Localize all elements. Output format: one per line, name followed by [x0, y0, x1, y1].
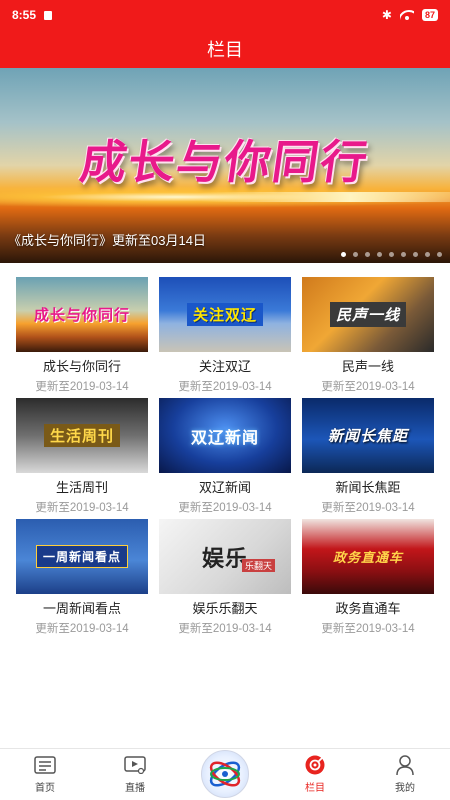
- program-update-date: 更新至2019-03-14: [35, 502, 129, 514]
- program-update-date: 更新至2019-03-14: [35, 381, 129, 393]
- bottom-tab-bar: 首页 直播 栏目 我的: [0, 748, 450, 800]
- thumbnail-text: 新闻长焦距: [327, 427, 408, 445]
- thumbnail-text: 关注双辽: [186, 303, 263, 326]
- thumbnail-subtext: 乐翻天: [241, 559, 275, 572]
- program-update-date: 更新至2019-03-14: [321, 381, 415, 393]
- app-header: 8:55 ✱ 87 栏目: [0, 0, 450, 68]
- program-name: 娱乐乐翻天: [192, 601, 258, 616]
- tab-columns[interactable]: 栏目: [270, 749, 360, 800]
- program-card[interactable]: 娱乐 乐翻天 娱乐乐翻天 更新至2019-03-14: [159, 519, 291, 640]
- program-thumbnail[interactable]: 娱乐 乐翻天: [159, 519, 291, 594]
- program-thumbnail[interactable]: 民声一线: [302, 277, 434, 352]
- program-update-date: 更新至2019-03-14: [178, 623, 272, 635]
- thumbnail-text: 双辽新闻: [190, 427, 259, 447]
- banner-carousel[interactable]: 成长与你同行 《成长与你同行》更新至03月14日: [0, 68, 450, 263]
- carousel-dot[interactable]: [377, 252, 382, 257]
- banner-light-streak: [200, 192, 450, 202]
- program-name: 一周新闻看点: [42, 601, 121, 616]
- wifi-icon: [399, 10, 414, 20]
- program-grid: 成长与你同行 成长与你同行 更新至2019-03-14 关注双辽 关注双辽 更新…: [0, 263, 450, 748]
- carousel-dot[interactable]: [341, 252, 346, 257]
- tab-label: 直播: [125, 783, 145, 794]
- tab-home[interactable]: 首页: [0, 749, 90, 800]
- user-icon: [393, 754, 417, 776]
- live-video-icon: [123, 754, 147, 776]
- program-update-date: 更新至2019-03-14: [178, 502, 272, 514]
- tab-station-logo[interactable]: [180, 749, 270, 800]
- tab-live[interactable]: 直播: [90, 749, 180, 800]
- program-update-date: 更新至2019-03-14: [178, 381, 272, 393]
- carousel-dot[interactable]: [401, 252, 406, 257]
- program-name: 关注双辽: [198, 359, 251, 374]
- thumbnail-text: 政务直通车: [332, 551, 403, 566]
- battery-icon: 87: [421, 9, 438, 21]
- thumbnail-text: 一周新闻看点: [35, 545, 128, 568]
- status-bar: 8:55 ✱ 87: [0, 0, 450, 30]
- banner-graphic-title: 成长与你同行: [76, 135, 373, 189]
- thumbnail-text: 生活周刊: [43, 424, 120, 447]
- program-card[interactable]: 政务直通车 政务直通车 更新至2019-03-14: [302, 519, 434, 640]
- carousel-dot[interactable]: [353, 252, 358, 257]
- bluetooth-icon: ✱: [381, 8, 392, 22]
- page-title: 栏目: [207, 40, 243, 60]
- carousel-dot[interactable]: [413, 252, 418, 257]
- program-card[interactable]: 关注双辽 关注双辽 更新至2019-03-14: [159, 277, 291, 398]
- tab-label: 我的: [395, 783, 415, 794]
- program-name: 生活周刊: [55, 480, 108, 495]
- carousel-dot[interactable]: [437, 252, 442, 257]
- banner-caption[interactable]: 《成长与你同行》更新至03月14日: [0, 230, 450, 249]
- carousel-dot[interactable]: [425, 252, 430, 257]
- program-name: 民声一线: [341, 359, 394, 374]
- program-update-date: 更新至2019-03-14: [321, 502, 415, 514]
- program-update-date: 更新至2019-03-14: [321, 623, 415, 635]
- station-logo-icon: [201, 750, 249, 798]
- carousel-indicator: [341, 252, 442, 257]
- program-card[interactable]: 民声一线 民声一线 更新至2019-03-14: [302, 277, 434, 398]
- program-thumbnail[interactable]: 生活周刊: [16, 398, 148, 473]
- program-card[interactable]: 生活周刊 生活周刊 更新至2019-03-14: [16, 398, 148, 519]
- news-icon: [33, 754, 57, 776]
- program-name: 双辽新闻: [198, 480, 251, 495]
- program-card[interactable]: 一周新闻看点 一周新闻看点 更新至2019-03-14: [16, 519, 148, 640]
- program-thumbnail[interactable]: 一周新闻看点: [16, 519, 148, 594]
- carousel-dot[interactable]: [389, 252, 394, 257]
- program-thumbnail[interactable]: 新闻长焦距: [302, 398, 434, 473]
- tab-label: 栏目: [305, 783, 325, 794]
- program-thumbnail[interactable]: 政务直通车: [302, 519, 434, 594]
- notification-icon: [44, 10, 53, 20]
- tab-mine[interactable]: 我的: [360, 749, 450, 800]
- thumbnail-text: 成长与你同行: [33, 306, 130, 324]
- program-thumbnail[interactable]: 双辽新闻: [159, 398, 291, 473]
- thumbnail-text: 民声一线: [329, 302, 406, 327]
- carousel-dot[interactable]: [365, 252, 370, 257]
- status-right: ✱ 87: [382, 8, 438, 22]
- program-thumbnail[interactable]: 关注双辽: [159, 277, 291, 352]
- status-time: 8:55: [12, 8, 37, 22]
- program-name: 成长与你同行: [42, 359, 121, 374]
- tab-label: 首页: [35, 783, 55, 794]
- program-card[interactable]: 双辽新闻 双辽新闻 更新至2019-03-14: [159, 398, 291, 519]
- program-thumbnail[interactable]: 成长与你同行: [16, 277, 148, 352]
- program-name: 政务直通车: [335, 601, 401, 616]
- program-name: 新闻长焦距: [335, 480, 401, 495]
- program-card[interactable]: 成长与你同行 成长与你同行 更新至2019-03-14: [16, 277, 148, 398]
- program-card[interactable]: 新闻长焦距 新闻长焦距 更新至2019-03-14: [302, 398, 434, 519]
- columns-icon: [303, 754, 327, 776]
- program-update-date: 更新至2019-03-14: [35, 623, 129, 635]
